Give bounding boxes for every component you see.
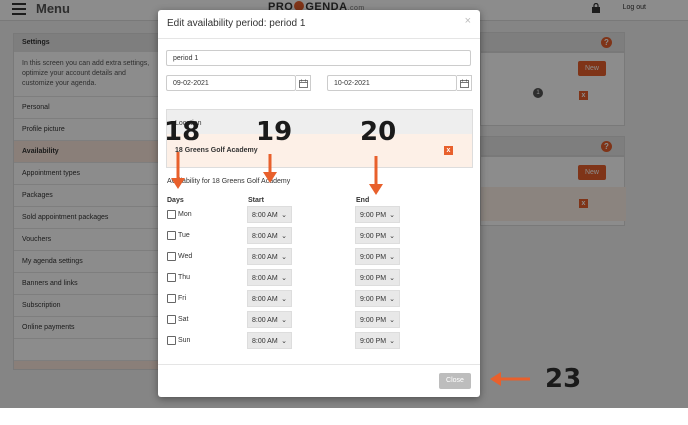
dialog-title: Edit availability period: period 1 <box>167 18 306 29</box>
chevron-down-icon: ⌄ <box>389 212 395 219</box>
chevron-down-icon: ⌄ <box>389 338 395 345</box>
chevron-down-icon: ⌄ <box>281 275 287 282</box>
calendar-glyph <box>459 79 469 88</box>
start-value: 8:00 AM <box>252 212 278 219</box>
chevron-down-icon: ⌄ <box>389 233 395 240</box>
close-button[interactable]: Close <box>439 373 471 389</box>
end-value: 9:00 PM <box>360 233 387 240</box>
end-select-wed[interactable]: 9:00 PM ⌄ <box>355 248 400 265</box>
chevron-down-icon: ⌄ <box>389 296 395 303</box>
chevron-down-icon: ⌄ <box>281 254 287 261</box>
start-date-input[interactable]: 09-02-2021 <box>166 75 296 91</box>
end-select-tue[interactable]: 9:00 PM ⌄ <box>355 227 400 244</box>
dialog-header: Edit availability period: period 1 × <box>158 10 480 39</box>
start-select-wed[interactable]: 8:00 AM ⌄ <box>247 248 292 265</box>
end-value: 9:00 PM <box>360 296 387 303</box>
chevron-down-icon: ⌄ <box>389 275 395 282</box>
start-value: 8:00 AM <box>252 317 278 324</box>
day-label: Sun <box>178 337 191 344</box>
day-label: Sat <box>178 316 189 323</box>
day-checkbox-sat[interactable]: Sat <box>167 315 189 324</box>
start-select-tue[interactable]: 8:00 AM ⌄ <box>247 227 292 244</box>
arrow-icon <box>171 152 185 189</box>
end-header: End <box>356 197 370 204</box>
checkbox-icon[interactable] <box>167 273 176 282</box>
checkbox-icon[interactable] <box>167 315 176 324</box>
checkbox-icon[interactable] <box>167 336 176 345</box>
day-checkbox-wed[interactable]: Wed <box>167 252 192 261</box>
calendar-icon[interactable] <box>457 75 472 91</box>
day-label: Thu <box>178 274 191 281</box>
end-select-mon[interactable]: 9:00 PM ⌄ <box>355 206 400 223</box>
day-checkbox-sun[interactable]: Sun <box>167 336 190 345</box>
callout-19: 19 <box>256 117 293 147</box>
chevron-down-icon: ⌄ <box>389 317 395 324</box>
start-select-sun[interactable]: 8:00 AM ⌄ <box>247 332 292 349</box>
location-header: Location <box>167 110 472 134</box>
start-value: 8:00 AM <box>252 296 278 303</box>
start-value: 8:00 AM <box>252 275 278 282</box>
day-label: Fri <box>178 295 187 302</box>
day-checkbox-fri[interactable]: Fri <box>167 294 186 303</box>
chevron-down-icon: ⌄ <box>389 254 395 261</box>
callout-23: 23 <box>545 364 582 394</box>
edit-availability-dialog: Edit availability period: period 1 × per… <box>158 10 480 397</box>
end-select-fri[interactable]: 9:00 PM ⌄ <box>355 290 400 307</box>
day-label: Mon <box>178 211 192 218</box>
chevron-down-icon: ⌄ <box>281 338 287 345</box>
callout-20: 20 <box>360 117 397 147</box>
location-name: 18 Greens Golf Academy <box>175 147 258 154</box>
start-header: Start <box>248 197 264 204</box>
end-value: 9:00 PM <box>360 275 387 282</box>
start-value: 8:00 AM <box>252 233 278 240</box>
end-select-thu[interactable]: 9:00 PM ⌄ <box>355 269 400 286</box>
checkbox-icon[interactable] <box>167 252 176 261</box>
day-label: Tue <box>178 232 190 239</box>
end-select-sat[interactable]: 9:00 PM ⌄ <box>355 311 400 328</box>
day-checkbox-thu[interactable]: Thu <box>167 273 190 282</box>
end-value: 9:00 PM <box>360 338 387 345</box>
chevron-down-icon: ⌄ <box>281 212 287 219</box>
end-select-sun[interactable]: 9:00 PM ⌄ <box>355 332 400 349</box>
calendar-icon[interactable] <box>296 75 311 91</box>
chevron-down-icon: ⌄ <box>281 233 287 240</box>
days-header: Days <box>167 197 184 204</box>
location-table: Location 18 Greens Golf Academy x <box>166 109 473 168</box>
callout-18: 18 <box>164 117 201 147</box>
checkbox-icon[interactable] <box>167 294 176 303</box>
start-value: 8:00 AM <box>252 254 278 261</box>
remove-location-icon[interactable]: x <box>444 146 453 155</box>
calendar-glyph <box>298 79 308 88</box>
arrow-icon <box>263 154 277 183</box>
arrow-icon <box>369 156 383 195</box>
location-row[interactable]: 18 Greens Golf Academy x <box>167 134 472 167</box>
end-value: 9:00 PM <box>360 212 387 219</box>
start-select-sat[interactable]: 8:00 AM ⌄ <box>247 311 292 328</box>
end-date-input[interactable]: 10-02-2021 <box>327 75 457 91</box>
start-select-mon[interactable]: 8:00 AM ⌄ <box>247 206 292 223</box>
day-label: Wed <box>178 253 193 260</box>
arrow-icon <box>490 372 530 386</box>
period-name-input[interactable]: period 1 <box>166 50 471 66</box>
close-icon[interactable]: × <box>465 15 471 27</box>
day-checkbox-tue[interactable]: Tue <box>167 231 190 240</box>
start-select-fri[interactable]: 8:00 AM ⌄ <box>247 290 292 307</box>
chevron-down-icon: ⌄ <box>281 317 287 324</box>
checkbox-icon[interactable] <box>167 231 176 240</box>
dialog-footer: Close <box>158 364 480 398</box>
chevron-down-icon: ⌄ <box>281 296 287 303</box>
checkbox-icon[interactable] <box>167 210 176 219</box>
start-select-thu[interactable]: 8:00 AM ⌄ <box>247 269 292 286</box>
end-value: 9:00 PM <box>360 317 387 324</box>
start-value: 8:00 AM <box>252 338 278 345</box>
end-value: 9:00 PM <box>360 254 387 261</box>
day-checkbox-mon[interactable]: Mon <box>167 210 192 219</box>
